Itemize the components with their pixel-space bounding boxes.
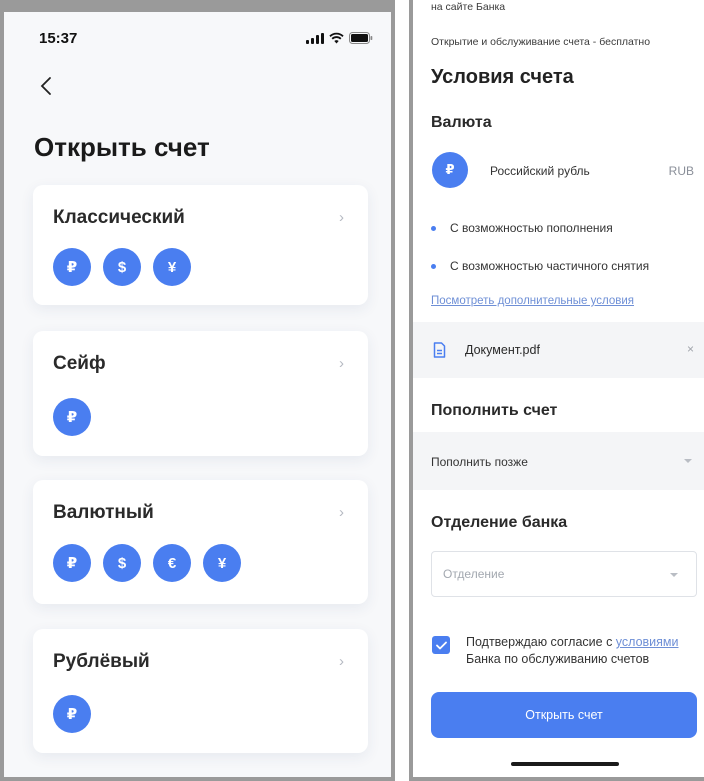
account-conditions-screen: на сайте Банка Открытие и обслуживание с…: [409, 0, 704, 781]
status-time: 15:37: [39, 30, 78, 47]
card-title: Классический: [53, 207, 185, 228]
status-bar: 15:37: [4, 30, 391, 50]
branch-select[interactable]: Отделение: [431, 551, 697, 597]
topup-select[interactable]: Пополнить позже: [413, 432, 704, 490]
ruble-badge: ₽: [53, 544, 91, 582]
ruble-badge: ₽: [53, 695, 91, 733]
free-opening-note: Открытие и обслуживание счета - бесплатн…: [431, 36, 651, 48]
cellular-signal-icon: [306, 32, 324, 44]
currency-row: ₽: [53, 695, 91, 733]
open-account-button[interactable]: Открыть счет: [431, 692, 697, 738]
yen-badge: ¥: [203, 544, 241, 582]
feature-label: С возможностью пополнения: [450, 221, 613, 235]
bank-site-note: на сайте Банка: [431, 1, 506, 13]
euro-badge: €: [153, 544, 191, 582]
branch-placeholder: Отделение: [443, 567, 505, 581]
currency-row: ₽ $ ¥: [53, 248, 191, 286]
document-name: Документ.pdf: [465, 343, 540, 357]
currency-code: RUB: [668, 164, 694, 178]
account-card-safe[interactable]: Сейф › ₽: [33, 331, 368, 456]
checkmark-icon: [435, 641, 447, 649]
ruble-badge: ₽: [53, 248, 91, 286]
currency-section-title: Валюта: [431, 114, 492, 131]
chevron-right-icon: ›: [339, 653, 344, 670]
bullet-icon: [431, 263, 436, 269]
chevron-right-icon: ›: [339, 504, 344, 521]
ruble-badge: ₽: [432, 152, 468, 188]
dollar-badge: $: [103, 544, 141, 582]
feature-label: С возможностью частичного снятия: [450, 259, 650, 273]
account-card-classic[interactable]: Классический › ₽ $ ¥: [33, 185, 368, 305]
chevron-right-icon: ›: [339, 355, 344, 372]
status-icons: [306, 32, 373, 44]
caret-down-icon: [670, 573, 678, 577]
wifi-icon: [329, 32, 344, 44]
home-indicator: [511, 762, 619, 766]
conditions-title: Условия счета: [431, 66, 574, 88]
feature-item: С возможностью пополнения: [431, 221, 613, 235]
consent-checkbox[interactable]: [432, 636, 450, 654]
card-title: Рублёвый: [53, 651, 150, 672]
branch-section-title: Отделение банка: [431, 514, 568, 531]
dollar-badge: $: [103, 248, 141, 286]
terms-link[interactable]: условиями: [616, 635, 679, 649]
consent-text-after: Банка по обслуживанию счетов: [466, 652, 650, 666]
caret-down-icon: [684, 459, 692, 463]
account-type-screen: 15:37 Открыть счет Классический › ₽ $ ¥ …: [0, 0, 395, 781]
topup-section-title: Пополнить счет: [431, 402, 558, 419]
currency-name: Российский рубль: [490, 164, 590, 178]
feature-item: С возможностью частичного снятия: [431, 259, 649, 273]
chevron-right-icon: ›: [339, 209, 344, 226]
yen-badge: ¥: [153, 248, 191, 286]
currency-row: ₽: [53, 398, 91, 436]
topup-selected-value: Пополнить позже: [431, 455, 528, 469]
currency-row: ₽ $ € ¥: [53, 544, 241, 582]
document-attachment[interactable]: Документ.pdf ×: [413, 322, 704, 378]
account-card-ruble[interactable]: Рублёвый › ₽: [33, 629, 368, 753]
more-conditions-link[interactable]: Посмотреть дополнительные условия: [431, 295, 634, 307]
consent-text: Подтверждаю согласие с условиями Банка п…: [466, 634, 698, 668]
consent-text-before: Подтверждаю согласие с: [466, 635, 616, 649]
bullet-icon: [431, 225, 436, 231]
account-card-currency[interactable]: Валютный › ₽ $ € ¥: [33, 480, 368, 604]
screen-canvas: 15:37 Открыть счет Классический › ₽ $ ¥ …: [0, 0, 704, 781]
card-title: Сейф: [53, 353, 106, 374]
document-icon: [433, 342, 446, 363]
page-title: Открыть счет: [34, 132, 210, 162]
battery-icon: [349, 32, 373, 44]
card-title: Валютный: [53, 502, 154, 523]
ruble-badge: ₽: [53, 398, 91, 436]
close-icon[interactable]: ×: [687, 342, 694, 356]
chevron-left-icon: [40, 77, 51, 95]
back-button[interactable]: [34, 74, 58, 98]
